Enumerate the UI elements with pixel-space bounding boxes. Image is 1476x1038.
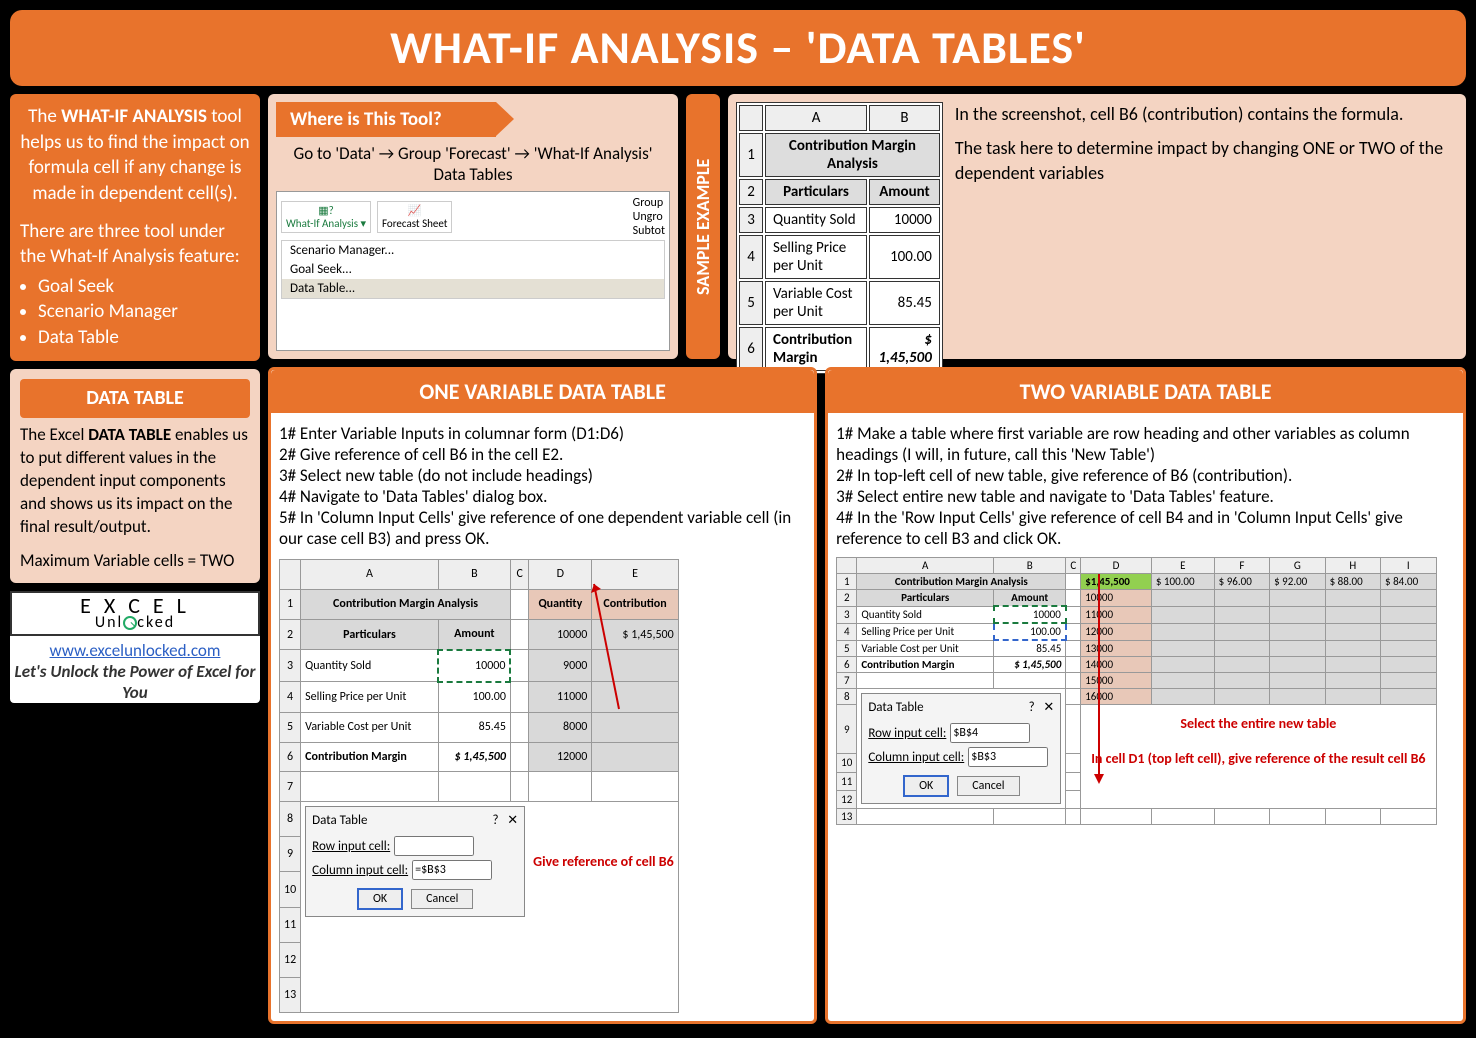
menu-goalseek[interactable]: Goal Seek... <box>282 260 664 279</box>
where-box: Where is This Tool? Go to 'Data' → Group… <box>268 94 678 359</box>
intro-card: The WHAT-IF ANALYSIS tool helps us to fi… <box>10 94 260 361</box>
ribbon-mock: ▦?What-If Analysis ▾ 📈Forecast Sheet Gro… <box>276 191 670 351</box>
one-var-box: ONE VARIABLE DATA TABLE 1# Enter Variabl… <box>268 367 817 1024</box>
two-var-title: TWO VARIABLE DATA TABLE <box>828 370 1463 413</box>
two-var-box: TWO VARIABLE DATA TABLE 1# Make a table … <box>825 367 1466 1024</box>
bullet-datatable: Data Table <box>38 325 250 351</box>
datatable-card: DATA TABLE The Excel DATA TABLE enables … <box>10 369 260 584</box>
datatable-dialog: Data Table? ✕ Row input cell: Column inp… <box>305 806 525 917</box>
col-input-2[interactable] <box>968 747 1048 767</box>
logo: E X C E L Unlcked <box>10 591 260 636</box>
top-row: Where is This Tool? Go to 'Data' → Group… <box>268 94 1466 359</box>
tagline: Let's Unlock the Power of Excel for You <box>10 661 260 703</box>
bullet-scenario: Scenario Manager <box>38 299 250 325</box>
left-column: The WHAT-IF ANALYSIS tool helps us to fi… <box>10 94 260 1024</box>
col-input[interactable] <box>412 860 492 880</box>
sample-label: SAMPLE EXAMPLE <box>686 94 720 359</box>
where-tab: Where is This Tool? <box>276 102 496 137</box>
one-var-title: ONE VARIABLE DATA TABLE <box>271 370 814 413</box>
callout-b6: Give reference of cell B6 <box>533 853 674 870</box>
bottom-row: ONE VARIABLE DATA TABLE 1# Enter Variabl… <box>268 367 1466 1024</box>
main-layout: The WHAT-IF ANALYSIS tool helps us to fi… <box>10 94 1466 1024</box>
sample-text2: The task here to determine impact by cha… <box>955 136 1458 185</box>
ok-button-2[interactable]: OK <box>903 775 949 797</box>
whatif-btn[interactable]: ▦?What-If Analysis ▾ <box>281 201 371 233</box>
where-path: Go to 'Data' → Group 'Forecast' → 'What-… <box>276 143 670 185</box>
callout-d1: In cell D1 (top left cell), give referen… <box>1091 750 1425 767</box>
datatable-title: DATA TABLE <box>20 379 250 418</box>
callout-select: Select the entire new table <box>1091 715 1425 732</box>
sample-table: AB 1Contribution Margin Analysis 2Partic… <box>736 102 943 374</box>
one-var-sheet: ABCDE 1Contribution Margin AnalysisQuant… <box>279 559 679 1013</box>
sample-box: AB 1Contribution Margin Analysis 2Partic… <box>728 94 1466 359</box>
page-title: WHAT-IF ANALYSIS – 'DATA TABLES' <box>10 10 1466 86</box>
row-input-2[interactable] <box>950 723 1030 743</box>
cancel-button-2[interactable]: Cancel <box>957 776 1019 796</box>
website-link[interactable]: www.excelunlocked.com <box>10 640 260 661</box>
bullet-goalseek: Goal Seek <box>38 274 250 300</box>
cancel-button[interactable]: Cancel <box>411 889 473 909</box>
two-var-dialog: Data Table? ✕ Row input cell: Column inp… <box>861 693 1061 804</box>
menu-datatable[interactable]: Data Table... <box>282 279 664 298</box>
forecast-btn[interactable]: 📈Forecast Sheet <box>377 201 452 233</box>
ok-button[interactable]: OK <box>357 888 403 910</box>
two-var-sheet: ABCDEFGHI 1Contribution Margin Analysis$… <box>836 557 1436 825</box>
menu-scenario[interactable]: Scenario Manager... <box>282 241 664 260</box>
right-column: Where is This Tool? Go to 'Data' → Group… <box>268 94 1466 1024</box>
sample-text1: In the screenshot, cell B6 (contribution… <box>955 102 1458 126</box>
row-input[interactable] <box>394 836 474 856</box>
